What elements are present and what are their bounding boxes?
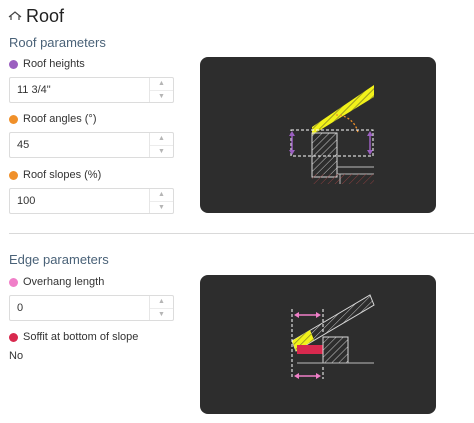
- roof-slopes-label: Roof slopes (%): [9, 169, 101, 181]
- overhang-length-decrement-button[interactable]: ▼: [150, 309, 173, 321]
- soffit-color-dot: [9, 332, 18, 342]
- roof-heights-label: Roof heights: [9, 58, 85, 70]
- roof-parameters-diagram: [200, 57, 436, 213]
- roof-diagram-illustration: [289, 85, 374, 184]
- roof-heights-color-dot: [9, 59, 18, 69]
- wall-block: [311, 132, 338, 178]
- edge-wall-block: [322, 336, 349, 364]
- roof-heights-stepper[interactable]: ▲ ▼: [149, 78, 173, 102]
- roof-heights-input[interactable]: [10, 78, 149, 102]
- edge-diagram-illustration: [291, 294, 375, 379]
- roof-angles-field[interactable]: ▲ ▼: [9, 132, 174, 158]
- roof-angles-input[interactable]: [10, 133, 149, 157]
- roof-angles-label: Roof angles (°): [9, 113, 97, 125]
- overhang-length-label-text: Overhang length: [23, 276, 105, 288]
- roof-slopes-field[interactable]: ▲ ▼: [9, 188, 174, 214]
- edge-parameters-diagram: [200, 275, 436, 414]
- roof-icon: [8, 11, 22, 20]
- roof-slopes-color-dot: [9, 170, 18, 180]
- roof-parameters-title: Roof parameters: [9, 35, 106, 50]
- overhang-length-color-dot: [9, 277, 18, 287]
- roof-slopes-label-text: Roof slopes (%): [23, 169, 102, 181]
- page-header: Roof: [8, 4, 64, 28]
- wall-base-hatch: [312, 174, 374, 184]
- edge-parameters-title: Edge parameters: [9, 252, 109, 267]
- roof-slopes-input[interactable]: [10, 189, 149, 213]
- section-divider: [9, 233, 474, 234]
- roof-slopes-decrement-button[interactable]: ▼: [150, 202, 173, 214]
- roof-slopes-stepper[interactable]: ▲ ▼: [149, 189, 173, 213]
- soffit-label: Soffit at bottom of slope: [9, 331, 138, 343]
- roof-heights-label-text: Roof heights: [23, 58, 85, 70]
- roof-angles-decrement-button[interactable]: ▼: [150, 146, 173, 158]
- overhang-length-label: Overhang length: [9, 276, 104, 288]
- overhang-length-input[interactable]: [10, 296, 149, 320]
- roof-angles-stepper[interactable]: ▲ ▼: [149, 133, 173, 157]
- roof-heights-increment-button[interactable]: ▲: [150, 78, 173, 91]
- roof-angles-color-dot: [9, 114, 18, 124]
- roof-angles-label-text: Roof angles (°): [23, 113, 97, 125]
- roof-slopes-increment-button[interactable]: ▲: [150, 189, 173, 202]
- overhang-length-stepper[interactable]: ▲ ▼: [149, 296, 173, 320]
- overhang-length-increment-button[interactable]: ▲: [150, 296, 173, 309]
- overhang-length-field[interactable]: ▲ ▼: [9, 295, 174, 321]
- soffit-shape: [297, 345, 323, 354]
- soffit-label-text: Soffit at bottom of slope: [23, 331, 139, 343]
- soffit-value[interactable]: No: [9, 350, 23, 362]
- page-title: Roof: [26, 5, 65, 26]
- roof-heights-field[interactable]: ▲ ▼: [9, 77, 174, 103]
- roof-heights-decrement-button[interactable]: ▼: [150, 91, 173, 103]
- roof-angles-increment-button[interactable]: ▲: [150, 133, 173, 146]
